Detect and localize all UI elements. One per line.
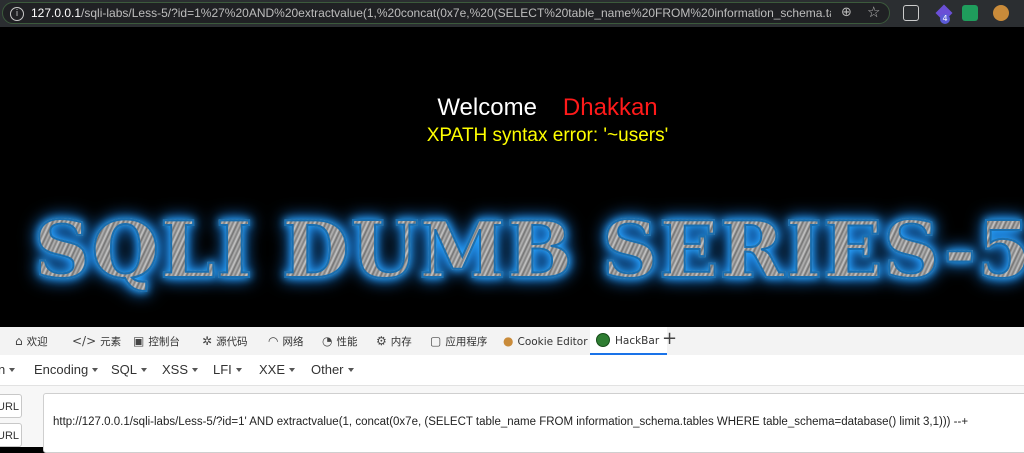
- address-url[interactable]: 127.0.0.1/sqli-labs/Less-5/?id=1%27%20AN…: [31, 6, 831, 20]
- caret-down-icon: [347, 368, 354, 372]
- username-text: Dhakkan: [562, 94, 658, 121]
- memory-icon: ⚙: [376, 334, 387, 348]
- hackbar-menu: n Encoding SQL XSS LFI XXE Other: [0, 355, 1024, 385]
- devtools-panel: ⌂ 欢迎 </> 元素 ▣ 控制台 ✲ 源代码 ◠ 网络 ◔ 性能 ⚙ 内存 ▢ 应用程序 ● C…: [0, 327, 1024, 453]
- cookie-extension-icon[interactable]: [993, 5, 1009, 21]
- error-message: XPATH syntax error: '~users': [426, 125, 669, 146]
- browser-toolbar: i 127.0.0.1/sqli-labs/Less-5/?id=1%27%20…: [0, 0, 1024, 27]
- cookie-icon: ●: [503, 334, 514, 348]
- wifi-icon: ◠: [268, 334, 279, 348]
- code-icon: </>: [72, 334, 97, 348]
- tab-network[interactable]: ◠ 网络: [268, 327, 303, 355]
- add-tab-button[interactable]: +: [662, 328, 677, 349]
- zoom-icon[interactable]: ⊕: [841, 5, 852, 20]
- caret-down-icon: [9, 368, 16, 372]
- caret-down-icon: [289, 368, 296, 372]
- menu-xss[interactable]: XSS: [162, 362, 199, 377]
- extension-badge: 4: [940, 14, 950, 24]
- split-url-button[interactable]: URL: [0, 423, 22, 447]
- tab-memory[interactable]: ⚙ 内存: [376, 327, 412, 355]
- sqli-banner: SQLI DUMB SERIES-5: [33, 204, 1024, 297]
- tab-cookie-editor[interactable]: ● Cookie Editor: [503, 327, 588, 355]
- extension-icon[interactable]: [962, 5, 978, 21]
- address-bar[interactable]: i 127.0.0.1/sqli-labs/Less-5/?id=1%27%20…: [2, 2, 890, 24]
- tab-application[interactable]: ▢ 应用程序: [430, 327, 487, 355]
- devtools-tabbar: ⌂ 欢迎 </> 元素 ▣ 控制台 ✲ 源代码 ◠ 网络 ◔ 性能 ⚙ 内存 ▢ 应用程序 ● C…: [0, 327, 1024, 356]
- tab-sources[interactable]: ✲ 源代码: [202, 327, 248, 355]
- tab-performance[interactable]: ◔ 性能: [322, 327, 357, 355]
- welcome-text: Welcome: [437, 94, 537, 121]
- welcome-line: Welcome Dhakkan: [0, 94, 1024, 122]
- tab-hackbar[interactable]: HackBar: [590, 327, 668, 355]
- tab-welcome[interactable]: ⌂ 欢迎: [15, 327, 48, 355]
- app-icon: ▢: [430, 334, 442, 348]
- menu-encoding[interactable]: Encoding: [34, 362, 99, 377]
- caret-down-icon: [141, 368, 148, 372]
- menu-xxe[interactable]: XXE: [259, 362, 296, 377]
- caret-down-icon: [92, 368, 99, 372]
- menu-lfi[interactable]: LFI: [213, 362, 242, 377]
- url-textarea[interactable]: http://127.0.0.1/sqli-labs/Less-5/?id=1'…: [43, 393, 1024, 453]
- caret-down-icon: [235, 368, 242, 372]
- page-content: Welcome Dhakkan XPATH syntax error: '~use…: [0, 27, 1024, 327]
- tab-console[interactable]: ▣ 控制台: [133, 327, 180, 355]
- url-textarea-value: http://127.0.0.1/sqli-labs/Less-5/?id=1'…: [53, 416, 969, 428]
- extension-icon[interactable]: [903, 5, 919, 21]
- hackbar-icon: [596, 333, 610, 347]
- gauge-icon: ◔: [322, 334, 333, 348]
- menu-other[interactable]: Other: [311, 362, 354, 377]
- info-icon[interactable]: i: [10, 7, 24, 21]
- console-icon: ▣: [133, 334, 145, 348]
- menu-sql[interactable]: SQL: [111, 362, 148, 377]
- menu-load-url[interactable]: n: [0, 362, 16, 377]
- caret-down-icon: [192, 368, 199, 372]
- load-url-button[interactable]: URL: [0, 394, 22, 418]
- home-icon: ⌂: [15, 334, 23, 348]
- bug-icon: ✲: [202, 334, 213, 348]
- tab-elements[interactable]: </> 元素: [72, 327, 121, 355]
- hackbar-body: URL URL http://127.0.0.1/sqli-labs/Less-…: [0, 385, 1024, 453]
- star-icon[interactable]: ☆: [867, 3, 880, 21]
